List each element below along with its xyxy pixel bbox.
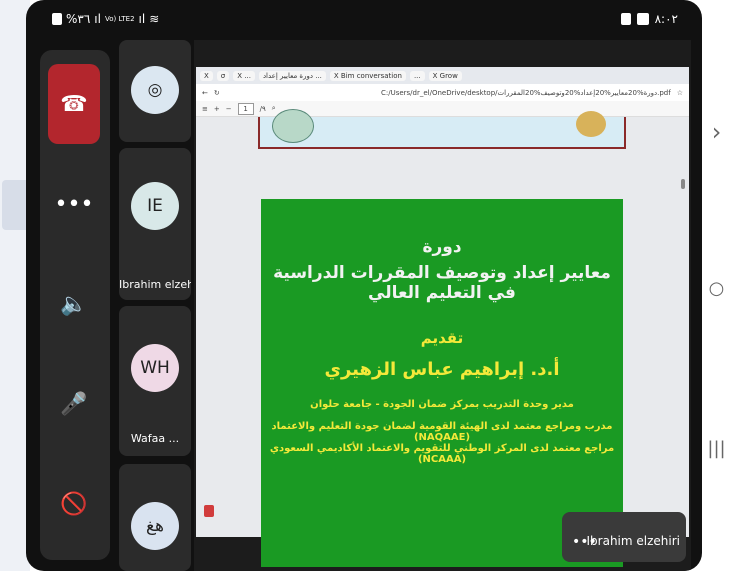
url-input[interactable]: C:/Users/dr_el/OneDrive/desktop/دورة%20م… <box>226 89 671 97</box>
avatar: ◎ <box>131 66 179 114</box>
participant-name: Ibrahim elzeh... <box>119 278 191 291</box>
speaker-icon: 🔈 <box>60 291 88 317</box>
tab[interactable]: X <box>200 70 213 81</box>
address-bar: ← ↻ C:/Users/dr_el/OneDrive/desktop/دورة… <box>196 84 689 101</box>
speaker-button[interactable]: 🔈 <box>48 264 100 344</box>
pdf-toolbar: ≡ + − 1 /٩ ⌕ <box>196 101 689 117</box>
slide-presenter: أ.د. إبراهيم عباس الزهيري <box>324 359 560 380</box>
menu-icon[interactable]: ≡ <box>202 105 208 113</box>
search-icon[interactable]: ⌕ <box>272 104 276 113</box>
image-icon <box>636 13 649 25</box>
wifi-icon: ≋ <box>149 12 160 26</box>
tab[interactable]: X Grow <box>428 70 462 81</box>
university-logo <box>272 109 314 143</box>
zoom-out-icon[interactable]: − <box>226 105 232 113</box>
page-number-input[interactable]: 1 <box>237 102 254 115</box>
slide-line-3: مراجع معتمد لدى المركز الوطني للتقويم وا… <box>269 443 615 465</box>
system-nav-bar: › ○ ||| <box>702 0 731 571</box>
network-label: Vo) LTE2 <box>104 15 135 23</box>
avatar: هغ <box>131 502 179 550</box>
browser-window: X σ X ... دورة معايير إعداد ... X Bim co… <box>196 67 689 567</box>
page-total: /٩ <box>259 104 266 113</box>
status-right: ٨:٠٢ <box>620 12 678 26</box>
notification-icon <box>620 13 631 25</box>
more-icon: ••• <box>54 191 94 217</box>
call-controls: ☎ ••• 🔈 🎤 🚫 <box>40 50 110 560</box>
reload-icon[interactable]: ↻ <box>214 89 220 97</box>
tab[interactable]: σ <box>216 70 230 81</box>
end-call-button[interactable]: ☎ <box>48 64 100 144</box>
seal-logo <box>576 111 606 137</box>
slide-title: معايير إعداد وتوصيف المقررات الدراسية في… <box>273 263 611 303</box>
avatar: WH <box>131 344 179 392</box>
mic-toggle-button[interactable]: 🎤 <box>48 364 100 444</box>
avatar: IE <box>131 182 179 230</box>
participant-list: ◎ IE Ibrahim elzeh... WH Wafaa ... هغ <box>119 40 191 571</box>
tab[interactable]: X Bim conversation <box>329 70 406 81</box>
phone-icon: ☎ <box>60 91 88 117</box>
camera-toggle-button[interactable]: 🚫 <box>48 464 100 544</box>
camera-off-icon: 🚫 <box>60 491 88 517</box>
recents-button[interactable]: ||| <box>702 438 731 459</box>
battery-icon <box>52 13 62 25</box>
scrollbar[interactable] <box>681 179 685 189</box>
tab-active[interactable]: دورة معايير إعداد ... <box>258 70 326 81</box>
pdf-viewer: دورة معايير إعداد وتوصيف المقررات الدراس… <box>196 109 689 567</box>
clock: ٨:٠٢ <box>654 12 678 26</box>
pdf-icon <box>204 505 214 517</box>
speaker-name: Ibrahim elzehiri <box>586 534 681 548</box>
tab-bar: X σ X ... دورة معايير إعداد ... X Bim co… <box>196 67 689 84</box>
participant-tile[interactable]: ◎ <box>119 40 191 142</box>
slide-course-label: دورة <box>422 237 462 257</box>
chevron-right-icon[interactable]: › <box>702 118 731 146</box>
mic-off-icon: 🎤 <box>60 391 88 417</box>
signal-icon: ıl <box>94 12 101 26</box>
zoom-in-icon[interactable]: + <box>214 105 220 113</box>
active-speaker-tile[interactable]: ••• Ibrahim elzehiri <box>562 512 686 562</box>
previous-page <box>258 109 626 149</box>
participant-tile[interactable]: WH Wafaa ... <box>119 306 191 456</box>
home-button[interactable]: ○ <box>702 278 731 299</box>
signal-icon-2: ıl <box>138 12 146 26</box>
meeting-window: %٣٦ ıl Vo) LTE2 ıl ≋ ٨:٠٢ ☎ ••• 🔈 🎤 🚫 ◎ … <box>26 0 702 571</box>
slide-line-1: مدير وحدة التدريب بمركز ضمان الجودة - جا… <box>310 399 574 410</box>
tab[interactable]: ... <box>409 70 425 81</box>
battery-percent: %٣٦ <box>66 12 91 26</box>
tab[interactable]: X ... <box>233 70 255 81</box>
participant-tile[interactable]: IE Ibrahim elzeh... <box>119 148 191 300</box>
status-left: %٣٦ ıl Vo) LTE2 ıl ≋ <box>52 12 159 26</box>
participant-name: Wafaa ... <box>130 432 180 445</box>
screen-share: X σ X ... دورة معايير إعداد ... X Bim co… <box>194 40 691 571</box>
back-icon[interactable]: ← <box>202 89 208 97</box>
slide-line-2: مدرب ومراجع معتمد لدى الهيئة القومية لضم… <box>271 421 613 443</box>
participant-tile[interactable]: هغ <box>119 464 191 571</box>
more-options-button[interactable]: ••• <box>48 164 100 244</box>
status-bar: %٣٦ ıl Vo) LTE2 ıl ≋ ٨:٠٢ <box>26 0 702 40</box>
slide-present-label: تقديم <box>420 329 464 347</box>
star-icon[interactable]: ☆ <box>677 89 683 97</box>
